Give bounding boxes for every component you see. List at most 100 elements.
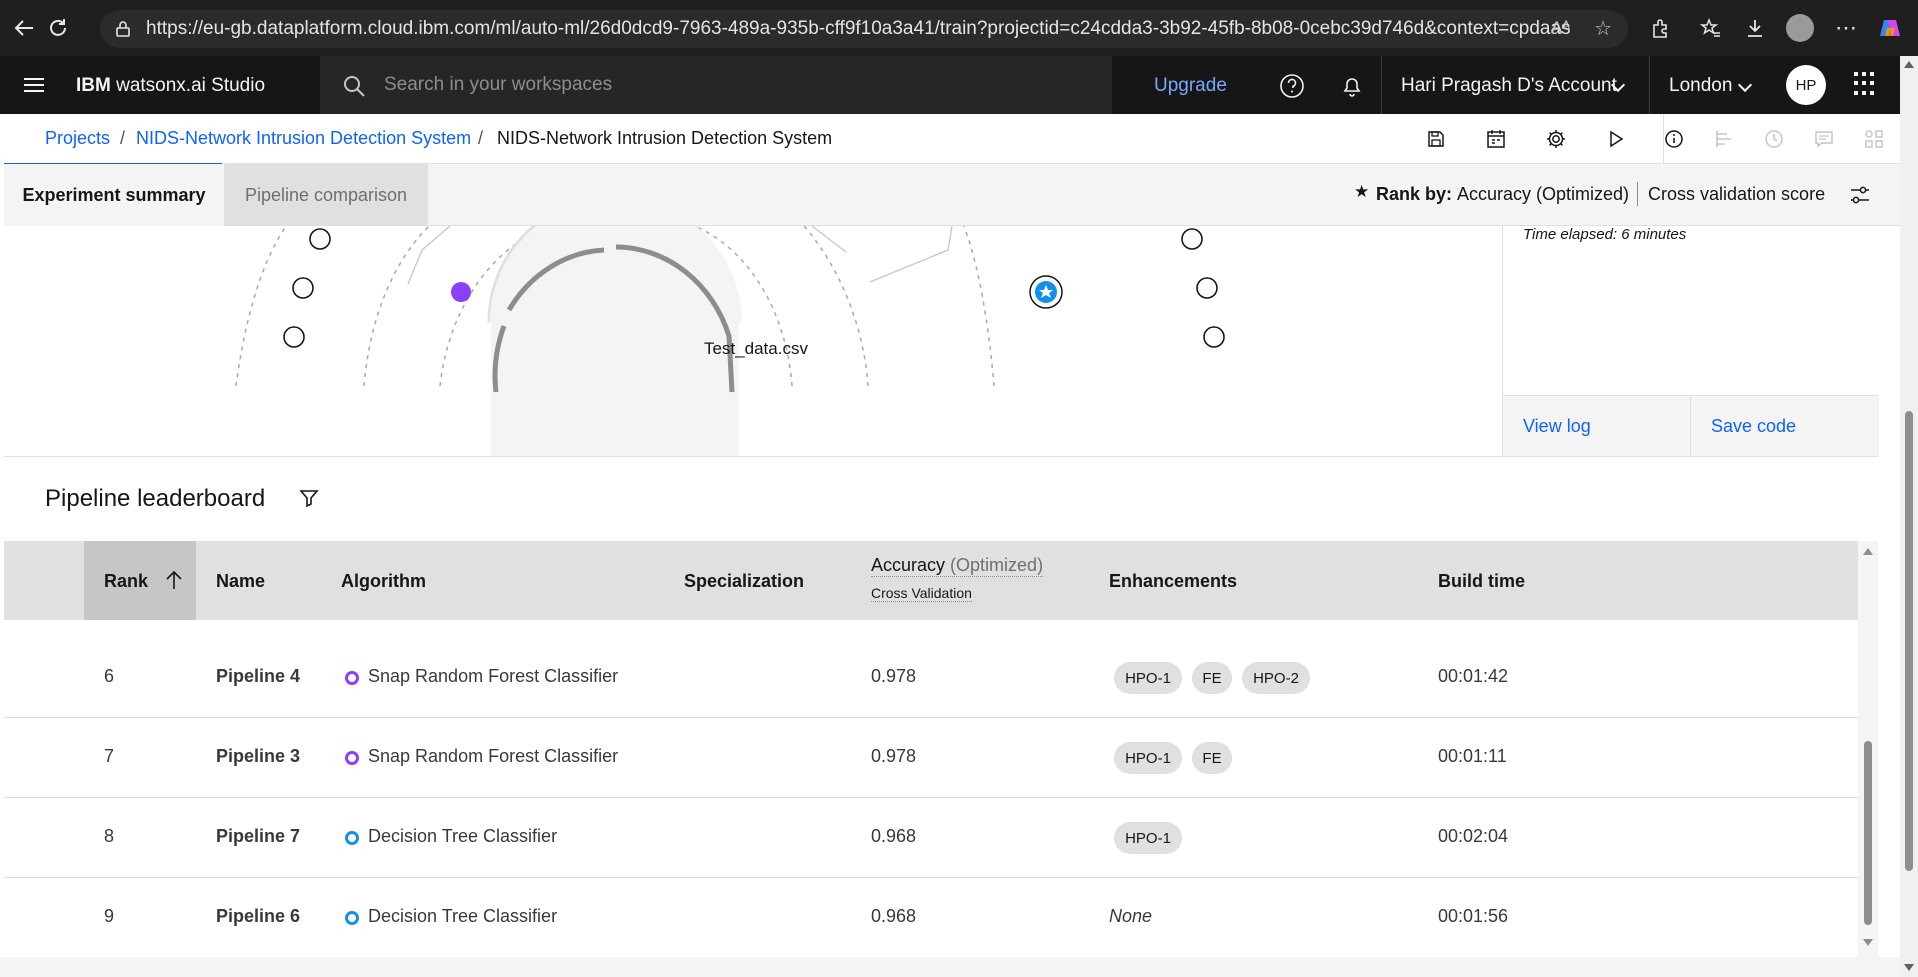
table-row[interactable]: 8 Pipeline 7 Decision Tree Classifier 0.968… — [4, 798, 1858, 878]
global-search[interactable]: Search in your workspaces — [320, 56, 1112, 114]
pipeline-node — [283, 326, 305, 348]
tab-experiment-summary[interactable]: Experiment summary — [4, 164, 224, 226]
pipeline-node — [292, 277, 314, 299]
accuracy-optimized-label: (Optimized) — [950, 555, 1044, 575]
leaderboard-title: Pipeline leaderboard — [45, 485, 266, 512]
experiment-side-panel: Time elapsed: 6 minutes View log Save co… — [1502, 226, 1879, 457]
scroll-down-icon[interactable] — [1863, 939, 1873, 947]
save-code-link[interactable]: Save code — [1711, 416, 1796, 437]
enhancements-none: None — [1109, 906, 1153, 926]
history-icon — [1761, 126, 1787, 152]
product-name[interactable]: IBM watsonx.ai Studio — [76, 75, 265, 97]
url-text[interactable]: https://eu-gb.dataplatform.cloud.ibm.com… — [146, 18, 1571, 40]
enhancement-tag: HPO-1 — [1114, 662, 1182, 694]
pipeline-node — [1203, 326, 1225, 348]
filter-icon[interactable] — [298, 487, 320, 509]
scroll-down-icon[interactable] — [1904, 964, 1914, 972]
column-header-specialization[interactable]: Specialization — [684, 571, 804, 592]
accuracy-cell: 0.978 — [871, 746, 917, 766]
bottom-strip — [0, 957, 1900, 977]
breadcrumb-project[interactable]: NIDS-Network Intrusion Detection System — [136, 128, 471, 149]
algorithm-dot-icon — [345, 831, 359, 845]
table-row[interactable]: 6 Pipeline 4 Snap Random Forest Classifier… — [4, 638, 1858, 718]
calendar-schedule-icon[interactable] — [1483, 126, 1509, 152]
reload-icon[interactable] — [40, 10, 76, 46]
breadcrumb-separator: / — [120, 128, 126, 148]
enhancement-tag: HPO-1 — [1114, 742, 1182, 774]
enhancement-tag: HPO-2 — [1242, 662, 1310, 694]
favorite-star-icon[interactable]: ☆ — [1594, 16, 1612, 41]
more-menu-icon[interactable]: ⋯ — [1828, 10, 1864, 46]
account-switcher[interactable]: Hari Pragash D's Account — [1401, 75, 1617, 97]
address-bar[interactable]: https://eu-gb.dataplatform.cloud.ibm.com… — [100, 10, 1628, 48]
column-header-rank[interactable]: Rank — [104, 571, 148, 592]
algorithm-cell: Decision Tree Classifier — [368, 826, 558, 846]
info-icon[interactable] — [1661, 126, 1687, 152]
favorites-icon[interactable] — [1693, 10, 1729, 46]
rank-cell: 6 — [104, 666, 115, 686]
user-avatar[interactable]: HP — [1786, 65, 1826, 105]
column-header-accuracy[interactable]: Accuracy (Optimized) — [871, 555, 1044, 577]
build-time-cell: 00:01:11 — [1438, 746, 1507, 766]
rank-divider — [1637, 182, 1638, 206]
sort-ascending-icon[interactable] — [164, 569, 184, 591]
section-divider — [4, 456, 1878, 457]
pipeline-name-link[interactable]: Pipeline 4 — [216, 666, 300, 687]
settings-gear-icon[interactable] — [1543, 126, 1569, 152]
search-icon — [344, 76, 365, 97]
back-arrow-icon[interactable] — [6, 10, 42, 46]
upgrade-link[interactable]: Upgrade — [1154, 75, 1227, 97]
notification-bell-icon[interactable] — [1335, 69, 1369, 103]
pipeline-name-link[interactable]: Pipeline 7 — [216, 826, 300, 847]
graph-connector — [811, 226, 847, 253]
rank-metric-value: Accuracy (Optimized) — [1457, 184, 1630, 204]
sliders-settings-icon[interactable] — [1849, 184, 1871, 211]
algorithm-cell: Snap Random Forest Classifier — [368, 666, 619, 686]
accuracy-cell: 0.968 — [871, 906, 917, 926]
copilot-icon[interactable] — [1872, 10, 1908, 46]
table-scrollbar-thumb[interactable] — [1864, 741, 1872, 925]
column-subheader-cross-validation[interactable]: Cross Validation — [871, 585, 972, 602]
column-header-name[interactable]: Name — [216, 571, 265, 592]
tab-pipeline-comparison[interactable]: Pipeline comparison — [224, 164, 428, 226]
menu-icon[interactable] — [14, 69, 54, 101]
scroll-up-icon[interactable] — [1904, 60, 1914, 68]
build-time-cell: 00:01:42 — [1438, 666, 1509, 686]
search-input[interactable]: Search in your workspaces — [384, 74, 612, 96]
comment-icon — [1811, 126, 1837, 152]
breadcrumb-projects[interactable]: Projects — [45, 128, 110, 149]
browser-toolbar: https://eu-gb.dataplatform.cloud.ibm.com… — [0, 0, 1918, 56]
extensions-icon[interactable] — [1643, 10, 1679, 46]
pipeline-name-link[interactable]: Pipeline 6 — [216, 906, 300, 927]
read-aloud-icon[interactable]: Aᴬ — [1551, 18, 1570, 38]
layout-icon — [1861, 126, 1887, 152]
graph-connector — [407, 226, 451, 285]
chevron-down-icon[interactable] — [1737, 77, 1753, 93]
leaderboard-table-body: 6 Pipeline 4 Snap Random Forest Classifier… — [4, 620, 1858, 957]
table-row[interactable]: 7 Pipeline 3 Snap Random Forest Classifier… — [4, 718, 1858, 798]
enhancement-tag: HPO-1 — [1114, 822, 1182, 854]
browser-profile-icon[interactable] — [1786, 14, 1814, 42]
save-icon[interactable] — [1423, 126, 1449, 152]
column-header-algorithm[interactable]: Algorithm — [341, 571, 426, 592]
graph-dashed-path — [963, 226, 995, 387]
page-scrollbar[interactable] — [1900, 56, 1918, 977]
column-header-build-time[interactable]: Build time — [1438, 571, 1525, 592]
help-icon[interactable] — [1275, 69, 1309, 103]
table-row[interactable]: 9 Pipeline 6 Decision Tree Classifier 0.968… — [4, 878, 1858, 957]
algorithm-cell: Decision Tree Classifier — [368, 906, 558, 926]
scroll-up-icon[interactable] — [1863, 547, 1873, 555]
page-scrollbar-thumb[interactable] — [1905, 411, 1913, 871]
view-log-link[interactable]: View log — [1523, 416, 1591, 437]
app-header: IBM watsonx.ai Studio Search in your wor… — [0, 56, 1900, 114]
download-icon[interactable] — [1737, 10, 1773, 46]
region-switcher[interactable]: London — [1669, 75, 1732, 97]
table-scrollbar[interactable] — [1858, 541, 1878, 957]
site-info-icon[interactable] — [114, 20, 132, 38]
pipeline-node — [309, 228, 331, 250]
app-switcher-icon[interactable] — [1854, 72, 1878, 96]
pipeline-name-link[interactable]: Pipeline 3 — [216, 746, 300, 767]
header-divider — [1381, 56, 1382, 114]
run-play-icon[interactable] — [1603, 126, 1629, 152]
action-divider — [1690, 396, 1691, 457]
